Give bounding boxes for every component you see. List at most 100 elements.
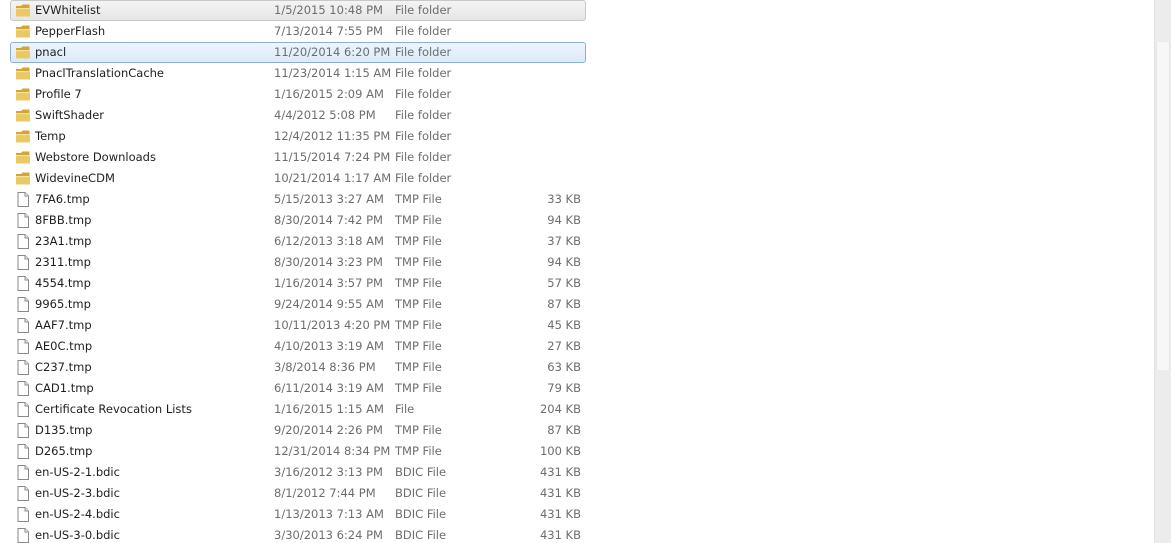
file-date-modified: 12/31/2014 8:34 PM xyxy=(274,444,391,458)
file-type: BDIC File xyxy=(395,507,447,521)
file-icon xyxy=(15,423,31,438)
folder-icon xyxy=(15,3,31,18)
file-row[interactable]: 2311.tmp 8/30/2014 3:23 PM TMP File 94 KB xyxy=(10,252,586,273)
file-row[interactable]: PnaclTranslationCache 11/23/2014 1:15 AM F… xyxy=(10,63,586,84)
file-row[interactable]: 7FA6.tmp 5/15/2013 3:27 AM TMP File 33 KB xyxy=(10,189,586,210)
file-name: en-US-2-3.bdic xyxy=(35,486,120,500)
file-date-modified: 8/1/2012 7:44 PM xyxy=(274,486,376,500)
file-icon xyxy=(15,528,31,543)
file-row[interactable]: PepperFlash 7/13/2014 7:55 PM File folder xyxy=(10,21,586,42)
file-icon xyxy=(15,213,31,228)
file-row[interactable]: EVWhitelist 1/5/2015 10:48 PM File folder xyxy=(10,0,586,21)
folder-icon xyxy=(15,24,31,39)
file-name: 4554.tmp xyxy=(35,276,91,290)
file-name: 9965.tmp xyxy=(35,297,91,311)
file-name: pnacl xyxy=(35,45,67,59)
file-size: 33 KB xyxy=(547,192,581,206)
file-type: TMP File xyxy=(395,339,442,353)
file-date-modified: 8/30/2014 7:42 PM xyxy=(274,213,383,227)
file-type: File xyxy=(395,402,415,416)
file-row[interactable]: SwiftShader 4/4/2012 5:08 PM File folder xyxy=(10,105,586,126)
file-row[interactable]: AE0C.tmp 4/10/2013 3:19 AM TMP File 27 KB xyxy=(10,336,586,357)
file-name: D265.tmp xyxy=(35,444,93,458)
file-type: TMP File xyxy=(395,192,442,206)
file-name: 2311.tmp xyxy=(35,255,91,269)
file-date-modified: 11/20/2014 6:20 PM xyxy=(274,45,391,59)
file-row[interactable]: AAF7.tmp 10/11/2013 4:20 PM TMP File 45 KB xyxy=(10,315,586,336)
file-row[interactable]: D135.tmp 9/20/2014 2:26 PM TMP File 87 KB xyxy=(10,420,586,441)
file-name: PnaclTranslationCache xyxy=(35,66,165,80)
file-row[interactable]: C237.tmp 3/8/2014 8:36 PM TMP File 63 KB xyxy=(10,357,586,378)
file-type: BDIC File xyxy=(395,528,447,542)
file-icon xyxy=(15,276,31,291)
file-date-modified: 1/16/2014 3:57 PM xyxy=(274,276,383,290)
file-type: TMP File xyxy=(395,276,442,290)
file-type: TMP File xyxy=(395,213,442,227)
file-icon xyxy=(15,339,31,354)
file-size: 87 KB xyxy=(547,297,581,311)
file-row[interactable]: en-US-3-0.bdic 3/30/2013 6:24 PM BDIC File… xyxy=(10,525,586,543)
file-row[interactable]: en-US-2-1.bdic 3/16/2012 3:13 PM BDIC File… xyxy=(10,462,586,483)
file-name: en-US-2-4.bdic xyxy=(35,507,120,521)
file-row[interactable]: pnacl 11/20/2014 6:20 PM File folder xyxy=(10,42,586,63)
vertical-scrollbar[interactable] xyxy=(1154,0,1171,543)
file-type: File folder xyxy=(395,171,452,185)
file-size: 204 KB xyxy=(539,402,581,416)
file-type: TMP File xyxy=(395,381,442,395)
file-row[interactable]: D265.tmp 12/31/2014 8:34 PM TMP File 100 KB xyxy=(10,441,586,462)
file-date-modified: 5/15/2013 3:27 AM xyxy=(274,192,384,206)
file-type: TMP File xyxy=(395,234,442,248)
file-type: File folder xyxy=(395,3,452,17)
file-name: PepperFlash xyxy=(35,24,106,38)
file-icon xyxy=(15,318,31,333)
file-date-modified: 3/8/2014 8:36 PM xyxy=(274,360,376,374)
file-date-modified: 10/11/2013 4:20 PM xyxy=(274,318,391,332)
file-row[interactable]: 9965.tmp 9/24/2014 9:55 AM TMP File 87 KB xyxy=(10,294,586,315)
file-date-modified: 9/24/2014 9:55 AM xyxy=(274,297,384,311)
file-name: Certificate Revocation Lists xyxy=(35,402,192,416)
scrollbar-thumb[interactable] xyxy=(1156,42,1170,370)
file-size: 431 KB xyxy=(539,507,581,521)
folder-icon xyxy=(15,171,31,186)
file-date-modified: 11/15/2014 7:24 PM xyxy=(274,150,391,164)
file-icon xyxy=(15,192,31,207)
file-icon xyxy=(15,381,31,396)
file-date-modified: 1/5/2015 10:48 PM xyxy=(274,3,383,17)
file-type: TMP File xyxy=(395,423,442,437)
file-row[interactable]: Profile 7 1/16/2015 2:09 AM File folder xyxy=(10,84,586,105)
file-name: C237.tmp xyxy=(35,360,92,374)
file-size: 37 KB xyxy=(547,234,581,248)
file-icon xyxy=(15,255,31,270)
file-date-modified: 4/4/2012 5:08 PM xyxy=(274,108,376,122)
file-row[interactable]: WidevineCDM 10/21/2014 1:17 AM File folder xyxy=(10,168,586,189)
file-row[interactable]: 8FBB.tmp 8/30/2014 7:42 PM TMP File 94 KB xyxy=(10,210,586,231)
file-type: File folder xyxy=(395,87,452,101)
folder-icon xyxy=(15,66,31,81)
file-name: 23A1.tmp xyxy=(35,234,92,248)
file-row[interactable]: en-US-2-4.bdic 1/13/2013 7:13 AM BDIC File… xyxy=(10,504,586,525)
file-row[interactable]: Certificate Revocation Lists 1/16/2015 1:… xyxy=(10,399,586,420)
file-size: 431 KB xyxy=(539,528,581,542)
file-size: 431 KB xyxy=(539,486,581,500)
file-size: 94 KB xyxy=(547,255,581,269)
file-icon xyxy=(15,486,31,501)
file-row[interactable]: 4554.tmp 1/16/2014 3:57 PM TMP File 57 KB xyxy=(10,273,586,294)
file-size: 87 KB xyxy=(547,423,581,437)
file-type: File folder xyxy=(395,129,452,143)
file-icon xyxy=(15,465,31,480)
file-row[interactable]: CAD1.tmp 6/11/2014 3:19 AM TMP File 79 KB xyxy=(10,378,586,399)
file-date-modified: 1/16/2015 2:09 AM xyxy=(274,87,384,101)
file-type: TMP File xyxy=(395,318,442,332)
file-date-modified: 10/21/2014 1:17 AM xyxy=(274,171,392,185)
file-row[interactable]: 23A1.tmp 6/12/2013 3:18 AM TMP File 37 KB xyxy=(10,231,586,252)
file-date-modified: 3/30/2013 6:24 PM xyxy=(274,528,383,542)
file-row[interactable]: en-US-2-3.bdic 8/1/2012 7:44 PM BDIC File 4… xyxy=(10,483,586,504)
file-icon xyxy=(15,297,31,312)
file-name: en-US-2-1.bdic xyxy=(35,465,120,479)
file-date-modified: 6/11/2014 3:19 AM xyxy=(274,381,384,395)
file-row[interactable]: Webstore Downloads 11/15/2014 7:24 PM File… xyxy=(10,147,586,168)
file-row[interactable]: Temp 12/4/2012 11:35 PM File folder xyxy=(10,126,586,147)
file-type: File folder xyxy=(395,45,452,59)
file-date-modified: 7/13/2014 7:55 PM xyxy=(274,24,383,38)
file-name: CAD1.tmp xyxy=(35,381,94,395)
